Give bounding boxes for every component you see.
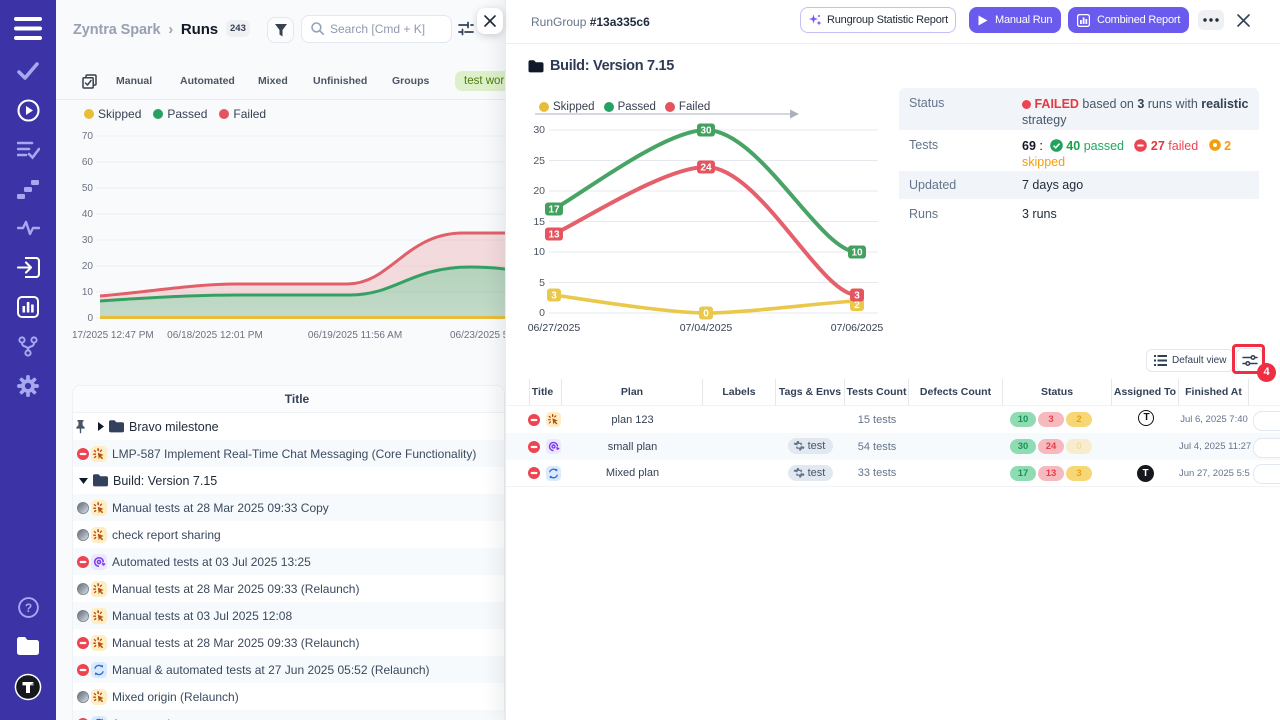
svg-text:25: 25 — [533, 155, 545, 167]
svg-text:06/27/2025: 06/27/2025 — [528, 322, 581, 334]
svg-text:20: 20 — [533, 185, 545, 197]
svg-text:0: 0 — [539, 307, 545, 319]
svg-text:30: 30 — [82, 235, 94, 246]
svg-text:13: 13 — [548, 230, 560, 241]
svg-text:17: 17 — [548, 205, 560, 216]
svg-text:10: 10 — [533, 246, 545, 258]
svg-text:10: 10 — [82, 287, 94, 298]
svg-text:20: 20 — [82, 261, 94, 272]
svg-text:5: 5 — [539, 277, 545, 289]
svg-text:24: 24 — [700, 163, 712, 174]
svg-text:60: 60 — [82, 157, 94, 168]
svg-text:30: 30 — [533, 124, 545, 136]
svg-text:07/04/2025: 07/04/2025 — [680, 322, 733, 334]
svg-text:3: 3 — [551, 291, 557, 302]
svg-text:70: 70 — [82, 131, 94, 142]
svg-text:3: 3 — [854, 291, 860, 302]
svg-text:40: 40 — [82, 209, 94, 220]
svg-text:06/18/2025 12:01 PM: 06/18/2025 12:01 PM — [167, 330, 263, 341]
svg-text:06/19/2025 11:56 AM: 06/19/2025 11:56 AM — [308, 330, 402, 341]
svg-text:0: 0 — [87, 313, 93, 324]
svg-text:?: ? — [25, 601, 32, 615]
svg-text:10: 10 — [851, 248, 863, 259]
svg-text:30: 30 — [700, 126, 712, 137]
svg-text:15: 15 — [533, 216, 545, 228]
svg-text:17/2025 12:47 PM: 17/2025 12:47 PM — [72, 330, 154, 341]
svg-text:06/23/2025 5:52 PM: 06/23/2025 5:52 PM — [450, 330, 505, 341]
svg-text:50: 50 — [82, 183, 94, 194]
svg-text:0: 0 — [703, 309, 709, 320]
svg-text:07/06/2025: 07/06/2025 — [831, 322, 884, 334]
svg-text:2: 2 — [854, 300, 860, 311]
